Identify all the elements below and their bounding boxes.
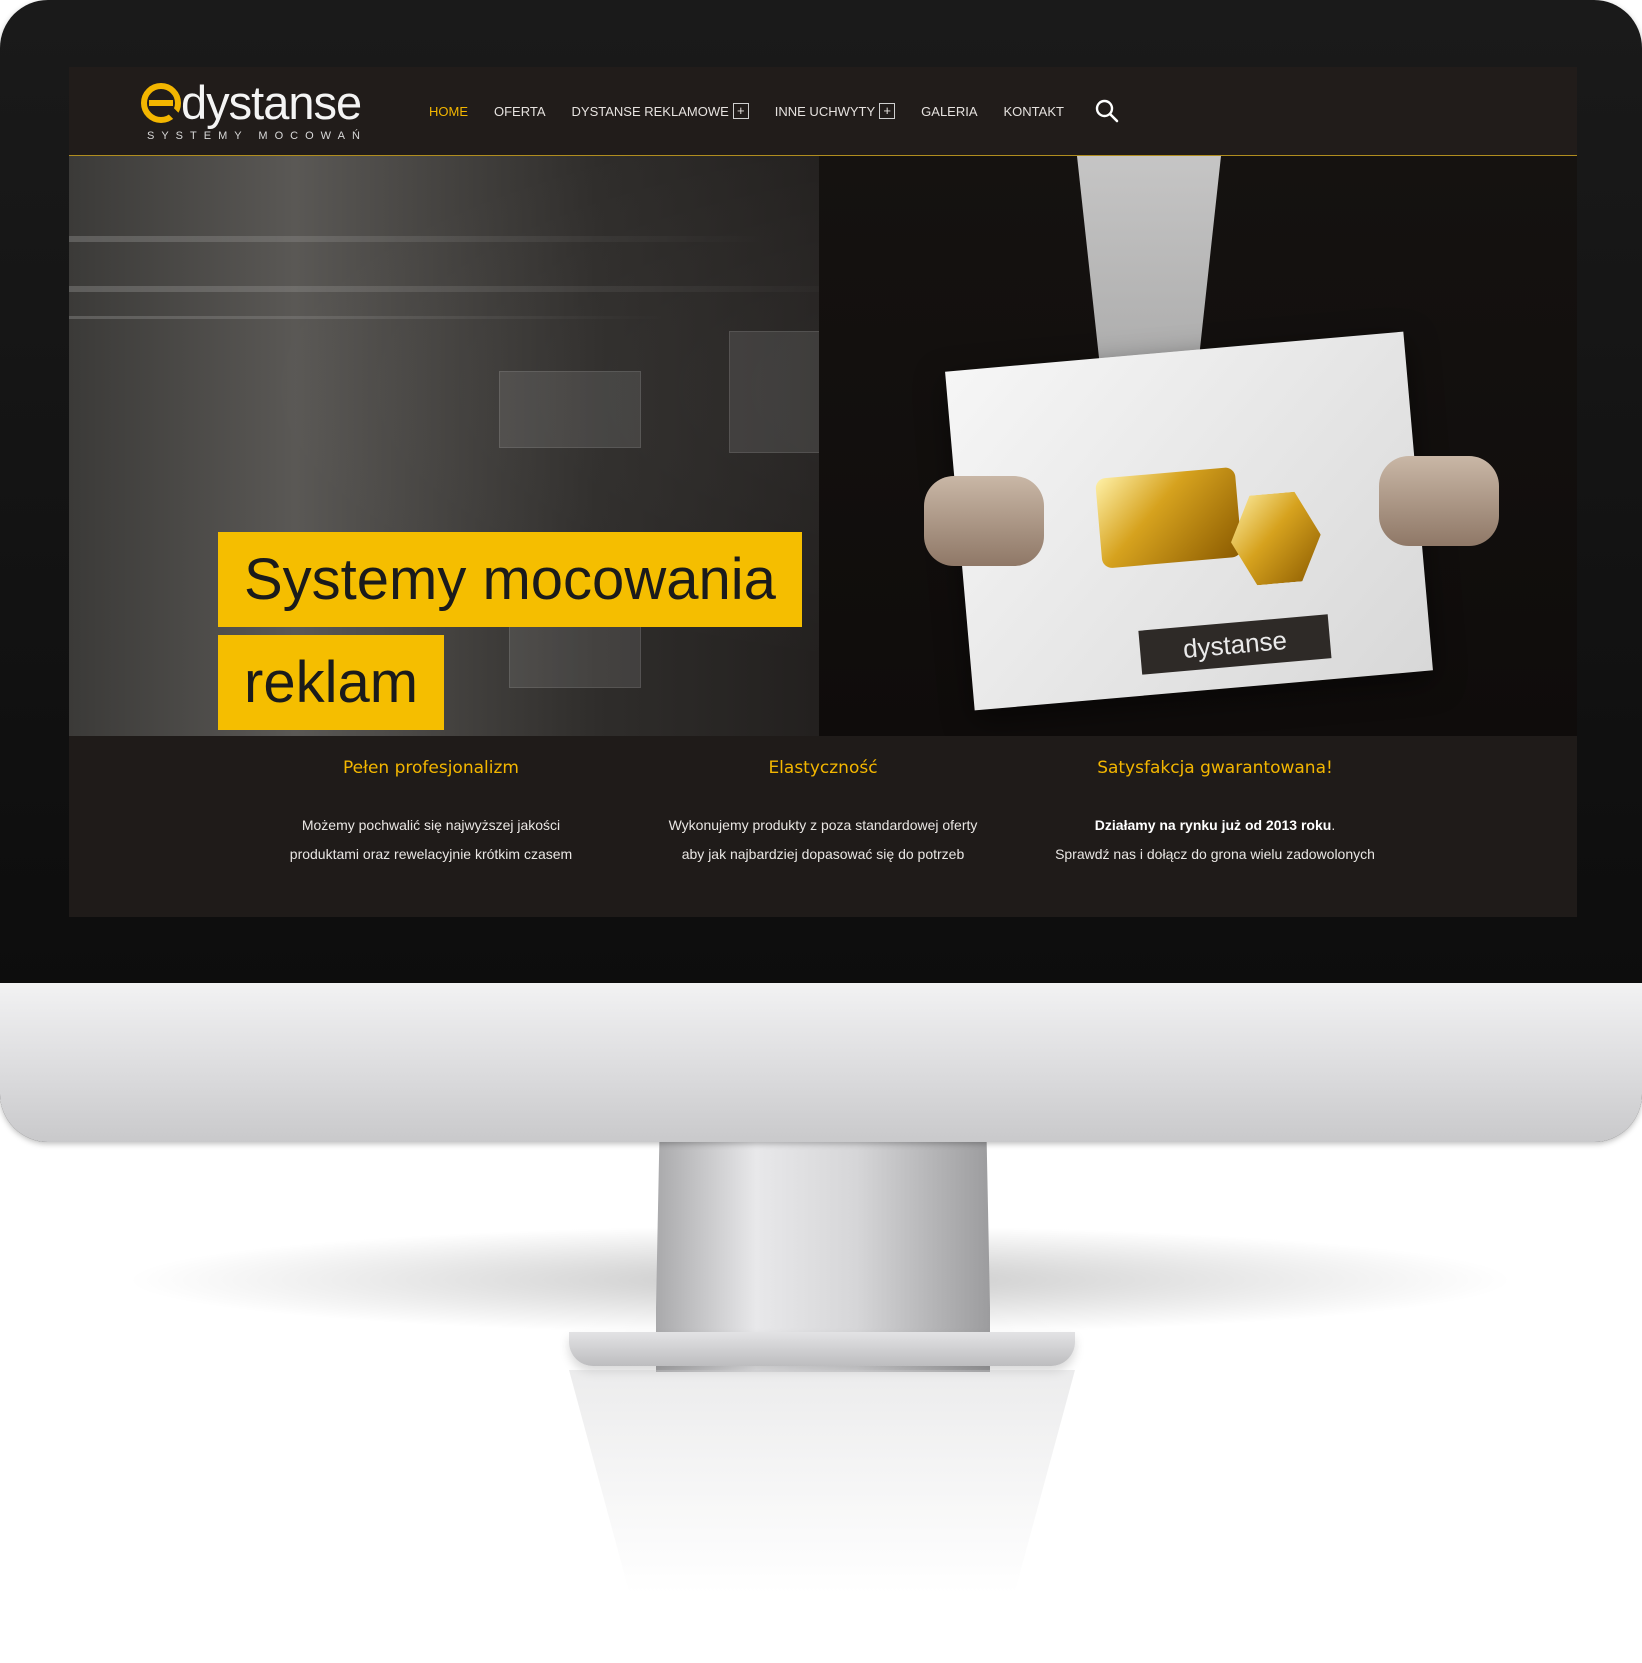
nav-label: INNE UCHWYTY: [774, 103, 876, 119]
background-poster: [509, 626, 641, 688]
feature-line: Możemy pochwalić się najwyższej jakości: [301, 817, 561, 833]
feature-bold-text: Działamy na rynku już od 2013 roku: [1094, 817, 1332, 833]
site-header: dystanse SYSTEMY MOCOWAŃ HOME OFERTA DYS…: [69, 67, 1577, 156]
nav-item-inne-uchwyty[interactable]: INNE UCHWYTY +: [774, 103, 896, 119]
monitor-stand-base: [569, 1332, 1075, 1366]
gold-hex-cap-image: [1227, 490, 1325, 588]
background-poster: [499, 371, 641, 448]
gold-spacer-image: [1094, 466, 1243, 569]
feature-satisfaction: Satysfakcja gwarantowana! Działamy na ry…: [1035, 736, 1395, 869]
nav-label: KONTAKT: [1003, 103, 1064, 119]
motion-streak: [69, 316, 669, 319]
feature-title: Satysfakcja gwarantowana!: [1097, 758, 1333, 778]
nav-label: DYSTANSE REKLAMOWE: [571, 103, 729, 119]
feature-text: Możemy pochwalić się najwyższej jakości …: [251, 811, 611, 869]
feature-line: aby jak najbardziej dopasować się do pot…: [681, 846, 965, 862]
nav-label: GALERIA: [921, 103, 978, 119]
left-hand: [924, 476, 1044, 566]
expand-plus-icon[interactable]: +: [879, 103, 896, 119]
monitor-chin: [0, 983, 1642, 1142]
hero-banner: dystanse Systemy mocowania reklam: [69, 156, 1577, 736]
nav-item-kontakt[interactable]: KONTAKT: [1004, 104, 1064, 119]
hero-headline-line1: Systemy mocowania: [218, 532, 802, 627]
feature-line: produktami oraz rewelacyjnie krótkim cza…: [289, 846, 573, 862]
feature-line: Działamy na rynku już od 2013 roku.: [1035, 811, 1395, 840]
expand-plus-icon[interactable]: +: [732, 103, 749, 119]
feature-line: Sprawdź nas i dołącz do grona wielu zado…: [1055, 846, 1375, 862]
website-screen: dystanse SYSTEMY MOCOWAŃ HOME OFERTA DYS…: [69, 67, 1577, 917]
man-shirt: [1077, 156, 1221, 376]
feature-text: Działamy na rynku już od 2013 roku. Spra…: [1035, 811, 1395, 869]
feature-line: Wykonujemy produkty z poza standardowej …: [668, 817, 978, 833]
motion-streak: [69, 286, 889, 292]
nav-item-oferta[interactable]: OFERTA: [494, 104, 546, 119]
nav-item-home[interactable]: HOME: [429, 104, 468, 119]
nav-label: HOME: [429, 103, 468, 119]
monitor-frame: dystanse SYSTEMY MOCOWAŃ HOME OFERTA DYS…: [0, 0, 1642, 1142]
main-nav: HOME OFERTA DYSTANSE REKLAMOWE + INNE UC…: [429, 67, 1120, 155]
feature-text: Wykonujemy produkty z poza standardowej …: [643, 811, 1003, 869]
feature-flexibility: Elastyczność Wykonujemy produkty z poza …: [643, 736, 1003, 869]
card-logo: dystanse: [1138, 614, 1332, 675]
motion-streak: [69, 236, 769, 242]
feature-professionalism: Pełen profesjonalizm Możemy pochwalić si…: [251, 736, 611, 869]
logo-tagline: SYSTEMY MOCOWAŃ: [147, 130, 367, 142]
hero-product-photo: dystanse: [819, 156, 1577, 736]
monitor-reflection: [569, 1370, 1075, 1650]
background-poster: [729, 331, 821, 453]
logo-e-icon: [141, 83, 181, 123]
nav-item-dystanse-reklamowe[interactable]: DYSTANSE REKLAMOWE +: [572, 103, 749, 119]
feature-punctuation: .: [1331, 817, 1336, 833]
logo-wordmark: dystanse: [181, 76, 362, 129]
features-section: Pełen profesjonalizm Możemy pochwalić si…: [69, 736, 1577, 917]
nav-item-galeria[interactable]: GALERIA: [921, 104, 977, 119]
right-hand: [1379, 456, 1499, 546]
feature-title: Pełen profesjonalizm: [343, 758, 519, 778]
search-icon[interactable]: [1094, 98, 1120, 124]
nav-label: OFERTA: [494, 103, 546, 119]
site-logo[interactable]: dystanse SYSTEMY MOCOWAŃ: [141, 75, 371, 145]
feature-title: Elastyczność: [768, 758, 878, 778]
hero-headline-line2: reklam: [218, 635, 445, 730]
